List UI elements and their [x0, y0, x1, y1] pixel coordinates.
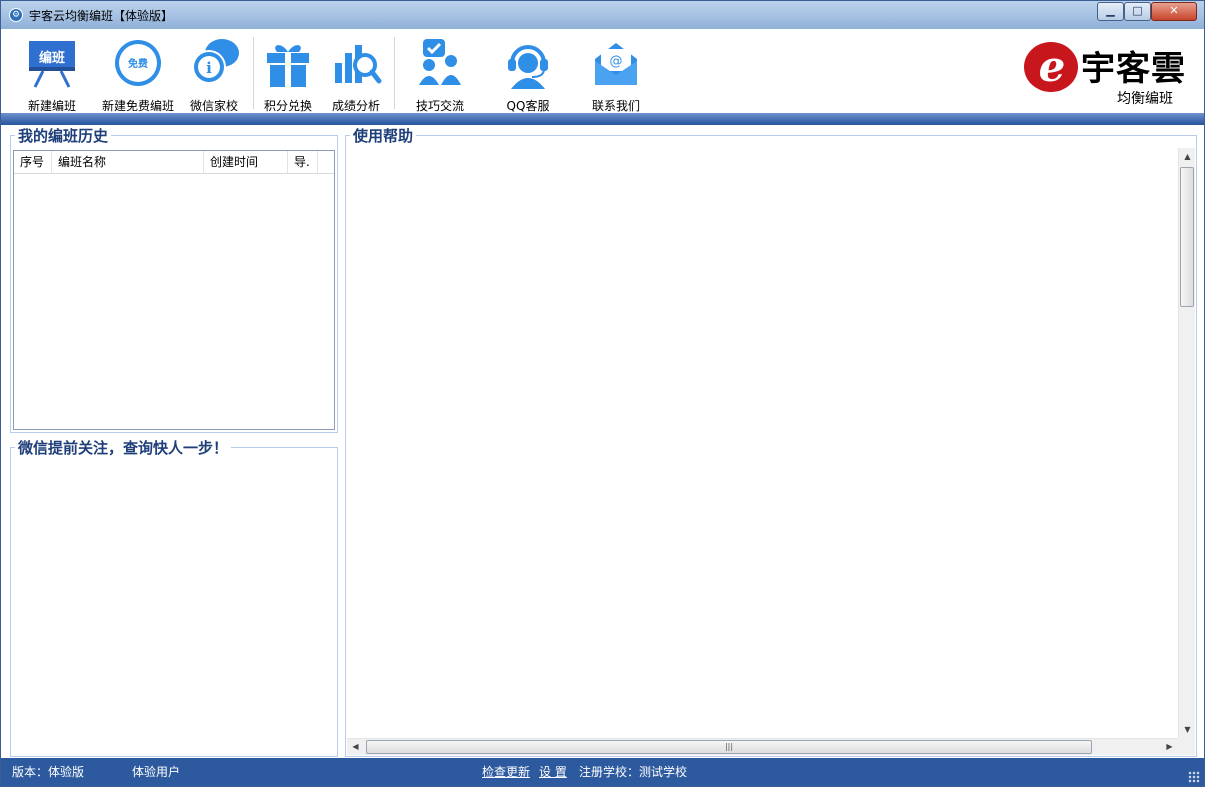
status-bar: 版本：体验版 体验用户 检查更新 设 置 注册学校：测试学校: [1, 758, 1204, 786]
qq-service-button[interactable]: QQ客服: [499, 37, 557, 113]
info-chat-icon: i: [192, 39, 239, 84]
app-window: ⚙ 宇客云均衡编班【体验版】 ▁ □ ✕ 编班 新建编班 免费 新建免费编班 i…: [0, 0, 1205, 787]
history-title: 我的编班历史: [15, 125, 112, 146]
contact-us-label: 联系我们: [591, 99, 640, 113]
tips-exchange-button[interactable]: 技巧交流: [411, 37, 469, 113]
logo-subtitle: 均衡编班: [1117, 91, 1173, 107]
history-list[interactable]: 序号 编班名称 创建时间 导.: [13, 150, 335, 430]
toolbar-separator: [394, 37, 395, 109]
help-content-view[interactable]: ▲ ▼ ◀ ||| ▶: [347, 148, 1195, 755]
free-badge-icon: 免费: [115, 40, 161, 86]
blackboard-icon-text: 编班: [39, 50, 65, 66]
headset-icon: [508, 45, 548, 89]
history-list-header: 序号 编班名称 创建时间 导.: [14, 151, 334, 174]
blackboard-icon: 编班: [29, 41, 75, 88]
free-badge-text: 免费: [128, 57, 148, 70]
people-chat-icon: [419, 39, 461, 85]
logo-brand-text: 宇客雲: [1081, 49, 1186, 89]
tips-exchange-label: 技巧交流: [415, 99, 464, 113]
settings-link[interactable]: 设 置: [539, 763, 567, 780]
check-update-link[interactable]: 检查更新: [482, 763, 530, 780]
score-analysis-button[interactable]: 成绩分析: [327, 37, 385, 113]
minimize-button[interactable]: ▁: [1097, 2, 1124, 21]
new-class-label: 新建编班: [27, 99, 76, 113]
column-header-name[interactable]: 编班名称: [52, 151, 204, 174]
title-bar[interactable]: ⚙ 宇客云均衡编班【体验版】 ▁ □ ✕: [1, 1, 1204, 29]
window-title: 宇客云均衡编班【体验版】: [29, 9, 174, 23]
gift-icon: [267, 45, 309, 87]
contact-us-button[interactable]: @ 联系我们: [587, 37, 645, 113]
column-header-created[interactable]: 创建时间: [204, 151, 288, 174]
vertical-scrollbar[interactable]: ▲ ▼: [1178, 148, 1195, 738]
history-group: 我的编班历史 序号 编班名称 创建时间 导.: [10, 125, 338, 433]
toolbar-separator: [253, 37, 254, 109]
scroll-up-arrow-icon[interactable]: ▲: [1179, 152, 1196, 161]
wechat-title: 微信提前关注，查询快人一步！: [15, 437, 232, 458]
qq-service-label: QQ客服: [506, 99, 550, 113]
svg-text:@: @: [610, 54, 623, 69]
status-user: 体验用户: [132, 765, 181, 779]
svg-text:i: i: [206, 59, 212, 77]
resize-grip-icon[interactable]: [1188, 771, 1200, 783]
new-class-button[interactable]: 编班 新建编班: [21, 37, 83, 113]
settings-text[interactable]: 设 置: [539, 765, 567, 779]
scrollbar-corner: [1178, 738, 1195, 755]
logo-mark-icon: e: [1024, 42, 1078, 92]
points-exchange-label: 积分兑换: [263, 99, 312, 113]
maximize-button[interactable]: □: [1124, 2, 1151, 21]
check-update-text[interactable]: 检查更新: [482, 765, 530, 779]
score-analysis-label: 成绩分析: [331, 99, 380, 113]
close-button[interactable]: ✕: [1151, 2, 1197, 21]
status-version: 版本：体验版: [12, 765, 85, 779]
vertical-scroll-thumb[interactable]: [1180, 167, 1194, 307]
app-icon[interactable]: ⚙: [9, 8, 23, 22]
column-header-index[interactable]: 序号: [14, 151, 52, 174]
wechat-group: 微信提前关注，查询快人一步！: [10, 437, 338, 757]
scroll-down-arrow-icon[interactable]: ▼: [1179, 725, 1196, 734]
toolbar: 编班 新建编班 免费 新建免费编班 i 微信家校 积分兑换 成绩分析 技巧交流 …: [1, 29, 1204, 113]
scroll-left-arrow-icon[interactable]: ◀: [347, 742, 364, 751]
points-exchange-button[interactable]: 积分兑换: [259, 37, 317, 113]
brand-logo: e 宇客雲 均衡编班: [1021, 31, 1193, 111]
mail-icon: @: [595, 43, 637, 85]
logo-mark-text: e: [1039, 42, 1066, 91]
horizontal-scrollbar[interactable]: ◀ ||| ▶: [347, 738, 1178, 755]
chart-search-icon: [335, 45, 382, 84]
wechat-home-school-button[interactable]: i 微信家校: [186, 37, 242, 113]
help-group: 使用帮助 ▲ ▼ ◀ ||| ▶: [345, 125, 1197, 757]
new-free-class-label: 新建免费编班: [101, 99, 174, 113]
column-header-export[interactable]: 导.: [288, 151, 318, 174]
toolbar-divider-strip: [1, 113, 1204, 125]
status-school: 注册学校：测试学校: [579, 765, 688, 779]
scroll-right-arrow-icon[interactable]: ▶: [1161, 742, 1178, 751]
help-title: 使用帮助: [350, 125, 417, 146]
horizontal-scroll-thumb[interactable]: |||: [366, 740, 1092, 754]
new-free-class-button[interactable]: 免费 新建免费编班: [99, 37, 177, 113]
wechat-home-school-label: 微信家校: [189, 99, 238, 113]
